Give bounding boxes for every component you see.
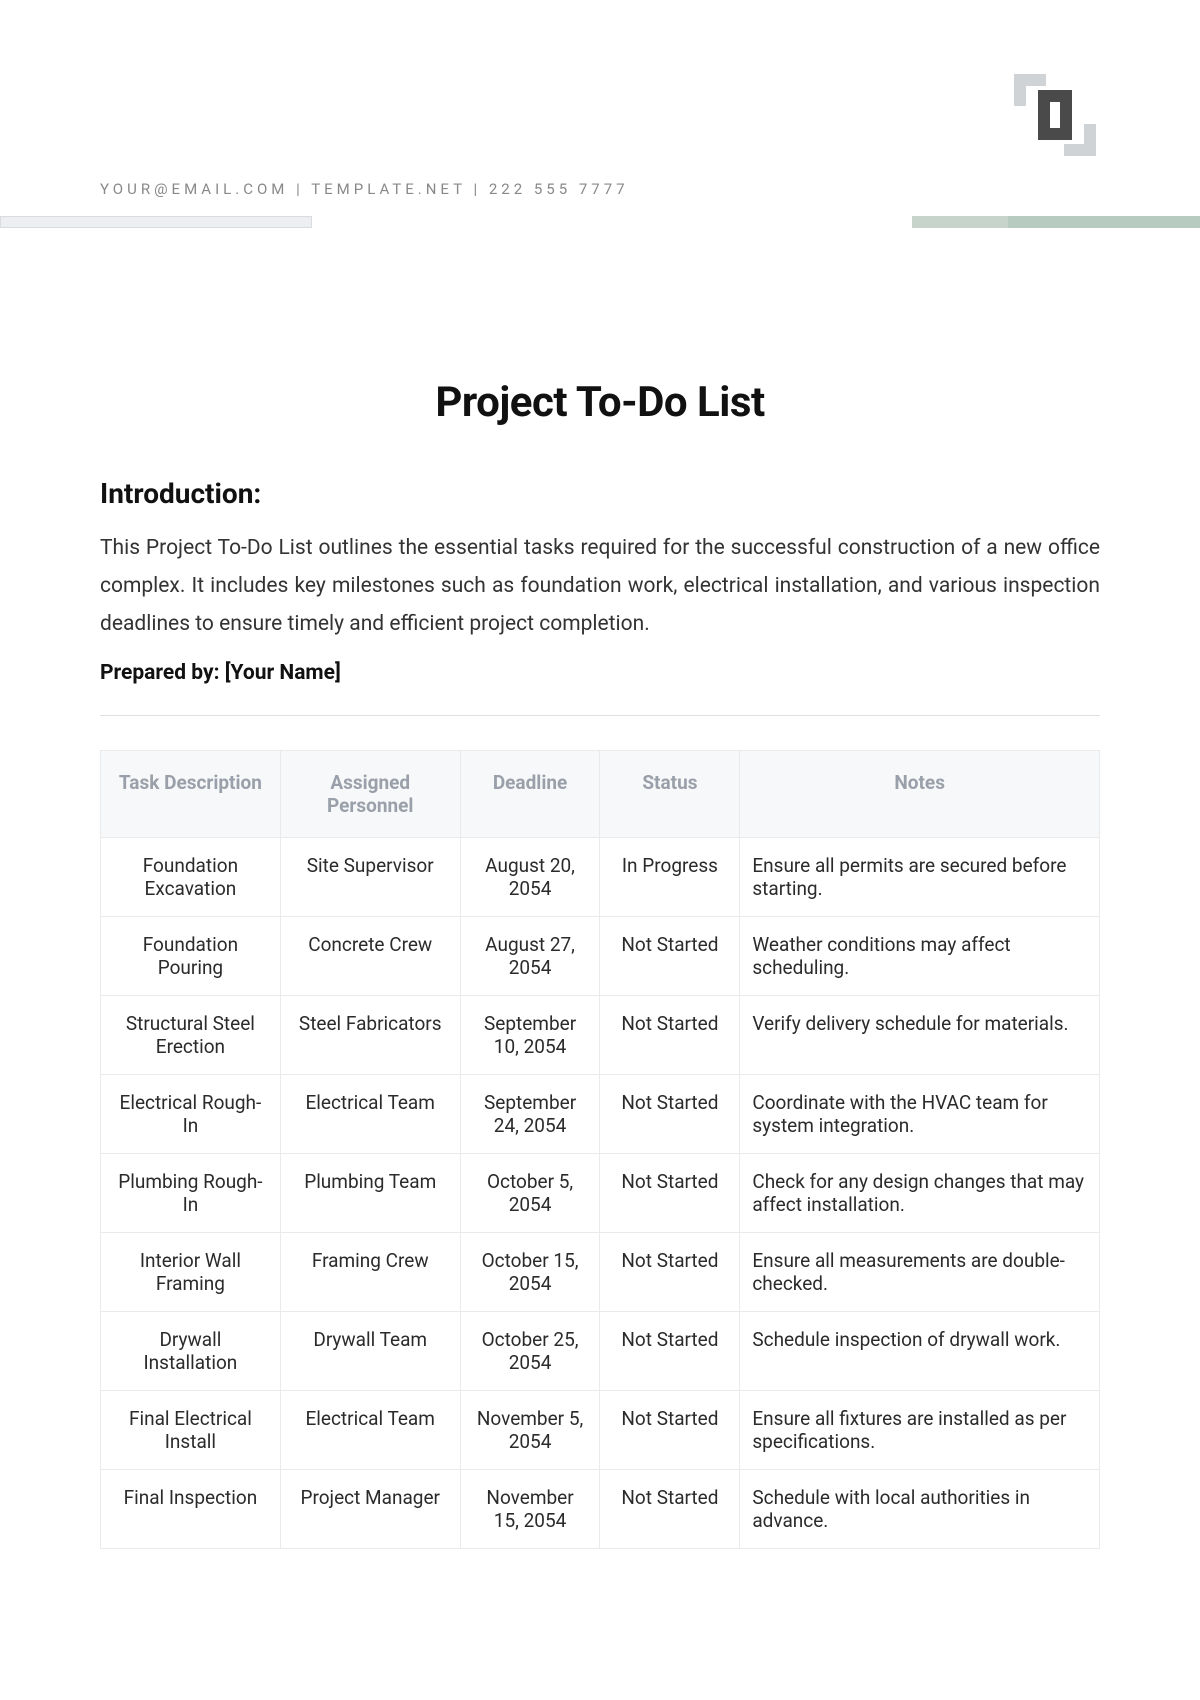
cell-notes: Schedule inspection of drywall work. xyxy=(740,1312,1100,1391)
section-divider xyxy=(100,715,1100,716)
cell-status: Not Started xyxy=(600,1233,740,1312)
col-header-status: Status xyxy=(600,751,740,838)
cell-person: Plumbing Team xyxy=(280,1154,460,1233)
cell-deadline: November 5, 2054 xyxy=(460,1391,600,1470)
cell-task: Foundation Pouring xyxy=(101,917,281,996)
cell-person: Electrical Team xyxy=(280,1075,460,1154)
cell-status: Not Started xyxy=(600,917,740,996)
cell-notes: Verify delivery schedule for materials. xyxy=(740,996,1100,1075)
cell-status: Not Started xyxy=(600,1154,740,1233)
table-row: Foundation PouringConcrete CrewAugust 27… xyxy=(101,917,1100,996)
cell-deadline: October 5, 2054 xyxy=(460,1154,600,1233)
cell-person: Electrical Team xyxy=(280,1391,460,1470)
decorative-band xyxy=(0,216,1200,228)
cell-person: Framing Crew xyxy=(280,1233,460,1312)
cell-status: Not Started xyxy=(600,1391,740,1470)
introduction-text: This Project To-Do List outlines the ess… xyxy=(100,530,1100,643)
cell-task: Drywall Installation xyxy=(101,1312,281,1391)
table-row: Final Electrical InstallElectrical TeamN… xyxy=(101,1391,1100,1470)
cell-deadline: November 15, 2054 xyxy=(460,1470,600,1549)
cell-person: Steel Fabricators xyxy=(280,996,460,1075)
table-row: Electrical Rough-InElectrical TeamSeptem… xyxy=(101,1075,1100,1154)
cell-task: Electrical Rough-In xyxy=(101,1075,281,1154)
cell-deadline: October 15, 2054 xyxy=(460,1233,600,1312)
cell-deadline: October 25, 2054 xyxy=(460,1312,600,1391)
cell-person: Drywall Team xyxy=(280,1312,460,1391)
cell-notes: Ensure all measurements are double-check… xyxy=(740,1233,1100,1312)
cell-notes: Weather conditions may affect scheduling… xyxy=(740,917,1100,996)
prepared-by-line: Prepared by: [Your Name] xyxy=(100,661,1100,685)
introduction-heading: Introduction: xyxy=(100,477,1100,510)
table-row: Drywall InstallationDrywall TeamOctober … xyxy=(101,1312,1100,1391)
cell-person: Concrete Crew xyxy=(280,917,460,996)
brand-logo-icon xyxy=(1010,70,1100,164)
cell-task: Final Inspection xyxy=(101,1470,281,1549)
table-row: Structural Steel ErectionSteel Fabricato… xyxy=(101,996,1100,1075)
table-row: Interior Wall FramingFraming CrewOctober… xyxy=(101,1233,1100,1312)
col-header-notes: Notes xyxy=(740,751,1100,838)
contact-line: YOUR@EMAIL.COM | TEMPLATE.NET | 222 555 … xyxy=(100,180,1100,198)
cell-status: Not Started xyxy=(600,1312,740,1391)
tasks-table: Task Description Assigned Personnel Dead… xyxy=(100,750,1100,1549)
cell-deadline: August 20, 2054 xyxy=(460,838,600,917)
col-header-deadline: Deadline xyxy=(460,751,600,838)
table-header-row: Task Description Assigned Personnel Dead… xyxy=(101,751,1100,838)
col-header-task: Task Description xyxy=(101,751,281,838)
cell-status: Not Started xyxy=(600,1075,740,1154)
table-row: Foundation ExcavationSite SupervisorAugu… xyxy=(101,838,1100,917)
col-header-personnel: Assigned Personnel xyxy=(280,751,460,838)
cell-task: Structural Steel Erection xyxy=(101,996,281,1075)
cell-deadline: September 10, 2054 xyxy=(460,996,600,1075)
cell-notes: Ensure all fixtures are installed as per… xyxy=(740,1391,1100,1470)
cell-task: Final Electrical Install xyxy=(101,1391,281,1470)
cell-notes: Ensure all permits are secured before st… xyxy=(740,838,1100,917)
cell-task: Interior Wall Framing xyxy=(101,1233,281,1312)
cell-status: Not Started xyxy=(600,996,740,1075)
page-title: Project To-Do List xyxy=(100,378,1100,427)
cell-notes: Check for any design changes that may af… xyxy=(740,1154,1100,1233)
cell-notes: Schedule with local authorities in advan… xyxy=(740,1470,1100,1549)
cell-deadline: September 24, 2054 xyxy=(460,1075,600,1154)
cell-task: Foundation Excavation xyxy=(101,838,281,917)
cell-person: Project Manager xyxy=(280,1470,460,1549)
cell-status: In Progress xyxy=(600,838,740,917)
cell-status: Not Started xyxy=(600,1470,740,1549)
cell-task: Plumbing Rough-In xyxy=(101,1154,281,1233)
cell-deadline: August 27, 2054 xyxy=(460,917,600,996)
table-row: Final InspectionProject ManagerNovember … xyxy=(101,1470,1100,1549)
cell-person: Site Supervisor xyxy=(280,838,460,917)
table-row: Plumbing Rough-InPlumbing TeamOctober 5,… xyxy=(101,1154,1100,1233)
cell-notes: Coordinate with the HVAC team for system… xyxy=(740,1075,1100,1154)
